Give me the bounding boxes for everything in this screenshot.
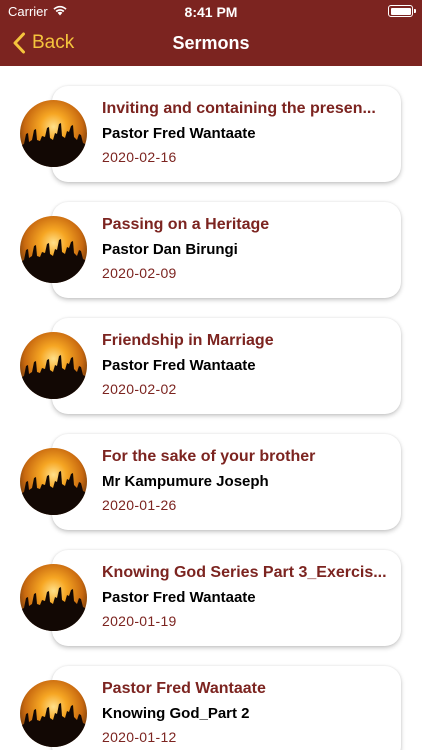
sermon-thumbnail [20, 564, 87, 631]
sermon-list-item[interactable]: Friendship in Marriage Pastor Fred Wanta… [0, 318, 422, 418]
status-time: 8:41 PM [184, 4, 238, 20]
sermon-list[interactable]: Inviting and containing the presen... Pa… [0, 66, 422, 750]
sermon-title: Knowing God Series Part 3_Exercis... [102, 564, 387, 581]
sermon-thumbnail [20, 448, 87, 515]
battery-icon [388, 5, 416, 17]
sermon-speaker: Pastor Dan Birungi [102, 241, 238, 258]
sermon-title: Pastor Fred Wantaate [102, 680, 266, 697]
sermon-speaker: Knowing God_Part 2 [102, 705, 250, 722]
sermon-title: Passing on a Heritage [102, 216, 270, 233]
sermon-title: For the sake of your brother [102, 448, 316, 465]
sermon-list-item[interactable]: Inviting and containing the presen... Pa… [0, 86, 422, 186]
sermon-title: Friendship in Marriage [102, 332, 274, 349]
sermon-thumbnail [20, 680, 87, 747]
sermon-thumbnail [20, 100, 87, 167]
sermon-list-item[interactable]: Knowing God Series Part 3_Exercis... Pas… [0, 550, 422, 650]
sermon-date: 2020-01-12 [102, 729, 177, 745]
sermon-title: Inviting and containing the presen... [102, 100, 376, 117]
navigation-bar: Carrier 8:41 PM Back Sermons [0, 0, 422, 66]
page-title: Sermons [172, 33, 250, 53]
sermon-date: 2020-02-09 [102, 265, 177, 281]
sermon-date: 2020-02-02 [102, 381, 177, 397]
status-bar: Carrier 8:41 PM [0, 0, 422, 22]
sermon-date: 2020-01-19 [102, 613, 177, 629]
sermon-date: 2020-02-16 [102, 149, 177, 165]
sermon-speaker: Pastor Fred Wantaate [102, 589, 256, 606]
sermon-list-item[interactable]: For the sake of your brother Mr Kampumur… [0, 434, 422, 534]
sermon-thumbnail [20, 216, 87, 283]
sermon-speaker: Pastor Fred Wantaate [102, 125, 256, 142]
sermon-thumbnail [20, 332, 87, 399]
sermon-speaker: Mr Kampumure Joseph [102, 473, 269, 490]
sermon-list-item[interactable]: Pastor Fred Wantaate Knowing God_Part 2 … [0, 666, 422, 750]
sermon-list-item[interactable]: Passing on a Heritage Pastor Dan Birungi… [0, 202, 422, 302]
sermon-speaker: Pastor Fred Wantaate [102, 357, 256, 374]
sermon-date: 2020-01-26 [102, 497, 177, 513]
